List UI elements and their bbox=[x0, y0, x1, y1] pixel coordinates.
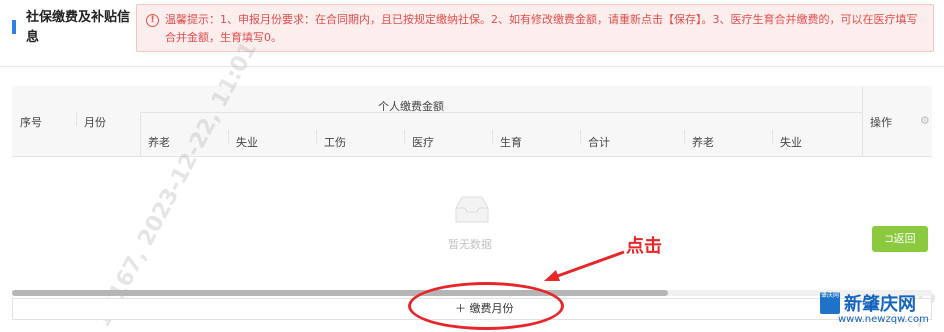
annotation-arrow-icon bbox=[544, 250, 625, 281]
header-row-divider bbox=[140, 112, 862, 113]
section-accent-bar bbox=[12, 20, 16, 34]
section-header: 社保缴费及补贴信息 ! 温馨提示：1、申报月份要求：在合同期内，且已按规定缴纳社… bbox=[0, 0, 944, 62]
empty-inbox-icon bbox=[455, 196, 489, 223]
column-divider bbox=[228, 130, 229, 144]
column-header-pension: 养老 bbox=[148, 136, 170, 149]
annotation-circle bbox=[408, 282, 564, 330]
column-header-work-injury: 工伤 bbox=[324, 136, 346, 149]
warning-notice: ! 温馨提示：1、申报月份要求：在合同期内，且已按规定缴纳社保。2、如有修改缴费… bbox=[136, 4, 934, 52]
column-header-unemployment: 失业 bbox=[236, 136, 258, 149]
gear-icon[interactable]: ⚙ bbox=[920, 114, 930, 127]
column-divider bbox=[580, 130, 581, 144]
logo-url: www.newzqw.com bbox=[838, 314, 929, 325]
column-divider bbox=[404, 130, 405, 144]
column-divider bbox=[684, 130, 685, 144]
site-logo: 肇庆网 新肇庆网 www.newzqw.com bbox=[818, 290, 942, 330]
column-header-medical: 医疗 bbox=[412, 136, 434, 149]
warning-notice-text: 温馨提示：1、申报月份要求：在合同期内，且已按规定缴纳社保。2、如有修改缴费金额… bbox=[165, 13, 918, 44]
column-divider bbox=[316, 130, 317, 144]
exclamation-circle-icon: ! bbox=[146, 14, 159, 27]
column-header-total: 合计 bbox=[588, 136, 610, 149]
column-header-pension-2: 养老 bbox=[692, 136, 714, 149]
column-divider bbox=[76, 112, 77, 126]
column-divider bbox=[862, 86, 863, 156]
annotation-click-label: 点击 bbox=[626, 236, 662, 257]
logo-name: 新肇庆网 bbox=[844, 294, 916, 315]
column-divider bbox=[492, 130, 493, 144]
column-divider bbox=[772, 130, 773, 144]
column-header-maternity: 生育 bbox=[500, 136, 522, 149]
scrollbar-thumb[interactable] bbox=[12, 290, 668, 296]
column-header-actions: 操作 bbox=[870, 116, 892, 129]
empty-state-text: 暂无数据 bbox=[448, 238, 492, 251]
logo-mark-icon: 肇庆网 bbox=[820, 292, 840, 314]
watermark: 10167, 2023-12-22, 11:01 bbox=[90, 38, 262, 332]
section-divider bbox=[0, 66, 944, 67]
column-divider bbox=[140, 112, 141, 156]
column-header-unemployment-2: 失业 bbox=[780, 136, 802, 149]
section-title: 社保缴费及补贴信息 bbox=[26, 10, 131, 45]
column-header-month: 月份 bbox=[84, 116, 106, 129]
table-header: 序号 月份 个人缴费金额 操作 ⚙ 养老 失业 工伤 医疗 生育 合计 养老 失… bbox=[12, 86, 932, 157]
column-header-index: 序号 bbox=[20, 116, 42, 129]
back-button[interactable]: ⊐返回 bbox=[872, 226, 928, 252]
